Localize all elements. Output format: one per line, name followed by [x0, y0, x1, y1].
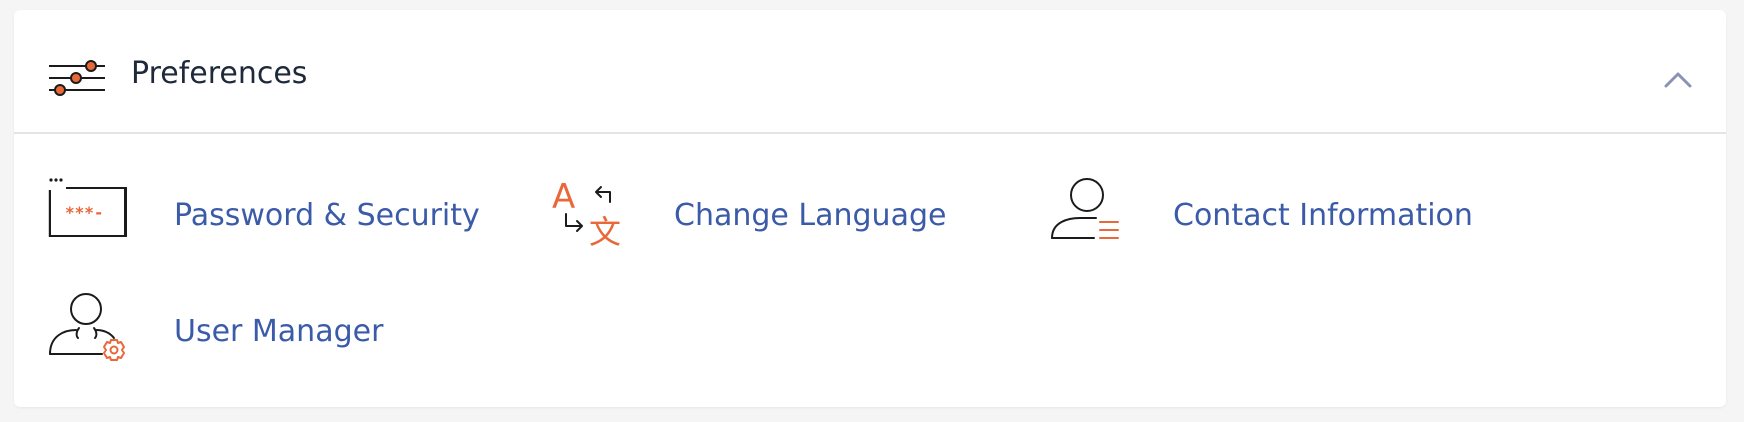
user-gear-icon: [48, 292, 138, 376]
tool-label: User Manager: [174, 314, 384, 349]
panel-title: Preferences: [131, 56, 308, 91]
tool-label: Contact Information: [1173, 198, 1473, 233]
translate-icon: A 文: [552, 176, 632, 260]
tool-label: Change Language: [674, 198, 947, 233]
panel-header[interactable]: Preferences: [14, 10, 1726, 134]
sliders-icon: [47, 50, 107, 106]
svg-text:***-: ***-: [65, 203, 104, 222]
tool-password-security[interactable]: ***- Password & Security: [48, 176, 480, 256]
tool-contact-information[interactable]: Contact Information: [1050, 176, 1473, 256]
svg-text:A: A: [552, 177, 575, 217]
svg-text:文: 文: [589, 213, 621, 251]
tool-label: Password & Security: [174, 198, 480, 233]
tool-user-manager[interactable]: User Manager: [48, 292, 408, 372]
contact-user-icon: [1050, 176, 1130, 260]
tool-change-language[interactable]: A 文 Change Language: [552, 176, 972, 256]
chevron-up-icon: [1664, 72, 1692, 88]
collapse-toggle-button[interactable]: [1658, 60, 1698, 100]
preferences-panel: Preferences ***- Password & Security A 文…: [14, 10, 1726, 407]
password-field-icon: ***-: [48, 176, 138, 260]
